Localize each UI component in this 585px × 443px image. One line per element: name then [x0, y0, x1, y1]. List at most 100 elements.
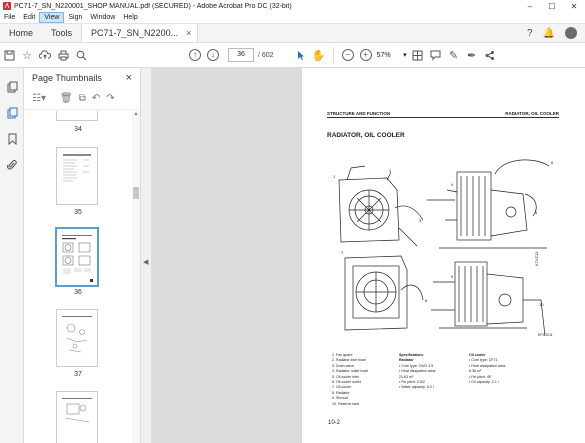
thumbnail-page[interactable] — [56, 309, 98, 367]
close-tab-icon[interactable]: × — [186, 28, 191, 38]
pdf-page: STRUCTURE AND FUNCTION RADIATOR, OIL COO… — [302, 68, 585, 443]
zoom-out-icon[interactable]: − — [339, 46, 357, 64]
thumbnail-page[interactable] — [56, 111, 98, 121]
share-icon[interactable] — [481, 46, 499, 64]
chevron-down-icon: ▾ — [403, 52, 407, 59]
svg-text:9: 9 — [451, 274, 454, 279]
save-icon[interactable] — [0, 46, 18, 64]
svg-text:5: 5 — [535, 210, 538, 215]
thumbnails-panel-title: Page Thumbnails — [32, 73, 102, 83]
menu-bar: File Edit View Sign Window Help — [0, 12, 585, 24]
tab-home[interactable]: Home — [0, 24, 42, 42]
page-layout-icon[interactable] — [409, 46, 427, 64]
page-section-title: RADIATOR, OIL COOLER — [327, 132, 405, 139]
thumbnail-page[interactable] — [56, 391, 98, 443]
scrollbar-thumb[interactable] — [133, 187, 139, 199]
parts-legend: 1. Fan guard 2. Radiator inlet hose 3. D… — [332, 353, 368, 407]
page-header: STRUCTURE AND FUNCTION RADIATOR, OIL COO… — [327, 111, 559, 118]
left-navigation-rail — [0, 68, 24, 443]
thumbnail-page-label: 37 — [74, 371, 82, 378]
thumbnails-panel-icon[interactable] — [0, 100, 24, 126]
zoom-value: 57% — [376, 51, 391, 59]
page-footer-number: 10-2 — [328, 420, 341, 426]
window-title: PC71-7_SN_N220001_SHOP MANUAL.pdf (SECUR… — [14, 2, 292, 10]
zoom-select[interactable]: 57% ▾ — [375, 48, 409, 62]
oil-cooler-specifications: Oil cooler • Core type: CF71 • Heat diss… — [469, 353, 506, 385]
svg-text:6: 6 — [551, 160, 554, 165]
thumbnail-page[interactable] — [56, 147, 98, 205]
title-bar: PC71-7_SN_N220001_SHOP MANUAL.pdf (SECUR… — [0, 0, 585, 12]
svg-text:7: 7 — [341, 250, 344, 255]
side-code: K7VZ13 — [534, 251, 539, 266]
page-number-input[interactable]: 36 — [228, 48, 254, 62]
minimize-button[interactable]: – — [519, 0, 541, 12]
legend-item: 10. Reserve tank — [332, 401, 360, 406]
svg-text:4: 4 — [451, 182, 454, 187]
radiator-specifications: Specifications Radiator • Core type: CWX… — [399, 353, 436, 391]
tab-tools[interactable]: Tools — [42, 24, 81, 42]
thumbnail-page-label: 36 — [74, 289, 82, 296]
previous-page-icon[interactable]: ↑ — [186, 46, 204, 64]
svg-text:8: 8 — [425, 298, 428, 303]
figure-code: EPC7011 — [538, 333, 553, 337]
help-icon[interactable]: ? — [527, 28, 533, 39]
comment-icon[interactable] — [427, 46, 445, 64]
thumbnail-page-selected[interactable] — [55, 227, 99, 287]
page-thumbnails-panel: Page Thumbnails × ☷▾ 🗑 ⧉ ↶ ↷ 34 35 36 37… — [24, 68, 141, 443]
menu-sign[interactable]: Sign — [64, 12, 86, 23]
thumbnail-list: 34 35 36 37 — [24, 111, 132, 443]
close-window-button[interactable]: ✕ — [563, 0, 585, 12]
account-avatar[interactable] — [565, 27, 577, 39]
extract-pages-icon[interactable]: ⧉ — [79, 93, 86, 104]
search-icon[interactable] — [72, 46, 90, 64]
menu-help[interactable]: Help — [119, 12, 141, 23]
close-panel-icon[interactable]: × — [126, 72, 132, 84]
hand-tool-icon[interactable]: ✋ — [310, 46, 328, 64]
upload-cloud-icon[interactable] — [36, 46, 54, 64]
redo-icon[interactable]: ↷ — [106, 93, 114, 104]
panel-splitter[interactable]: ◀ — [141, 68, 152, 443]
bookmark-star-icon[interactable]: ☆ — [18, 46, 36, 64]
menu-file[interactable]: File — [0, 12, 19, 23]
notifications-bell-icon[interactable]: 🔔 — [543, 28, 555, 39]
svg-text:3: 3 — [419, 218, 422, 223]
thumbnail-scrollbar[interactable]: ▲ — [132, 111, 140, 443]
tab-bar: Home Tools PC71-7_SN_N2200... × ? 🔔 — [0, 24, 585, 43]
print-icon[interactable] — [54, 46, 72, 64]
undo-icon[interactable]: ↶ — [92, 93, 100, 104]
maximize-button[interactable]: ☐ — [541, 0, 563, 12]
document-tab-label: PC71-7_SN_N2200... — [91, 28, 179, 38]
page-header-left: STRUCTURE AND FUNCTION — [327, 111, 391, 116]
main-toolbar: ☆ ↑ ↓ 36 / 602 ✋ − + 57% ▾ ✎ ✒ — [0, 43, 585, 68]
collapse-panel-arrow-icon[interactable]: ◀ — [143, 258, 148, 266]
acrobat-app-icon — [3, 2, 11, 10]
menu-edit[interactable]: Edit — [19, 12, 39, 23]
zoom-in-icon[interactable]: + — [357, 46, 375, 64]
svg-text:2: 2 — [389, 168, 392, 173]
spec-line: • Heat dissipation area: — [399, 369, 437, 374]
spec-line: • Oil capacity: 2.1 l — [469, 380, 499, 385]
radiator-oil-cooler-diagram: 1 2 3 4 5 6 7 8 9 10 — [333, 159, 554, 337]
thumbnail-options-icon[interactable]: ☷▾ — [32, 93, 46, 104]
tab-document[interactable]: PC71-7_SN_N2200... × — [81, 24, 199, 42]
fill-sign-icon[interactable]: ✒ — [463, 46, 481, 64]
scroll-up-arrow-icon[interactable]: ▲ — [132, 111, 140, 117]
acrobat-window: PC71-7_SN_N220001_SHOP MANUAL.pdf (SECUR… — [0, 0, 585, 443]
spec-line: • Water capacity: 8.2 l — [399, 385, 434, 390]
highlight-pen-icon[interactable]: ✎ — [445, 46, 463, 64]
document-view[interactable]: STRUCTURE AND FUNCTION RADIATOR, OIL COO… — [152, 68, 585, 443]
next-page-icon[interactable]: ↓ — [204, 46, 222, 64]
delete-page-icon[interactable]: 🗑 — [60, 93, 73, 104]
select-arrow-icon[interactable] — [292, 46, 310, 64]
thumbnail-page-label: 35 — [74, 209, 82, 216]
page-header-right: RADIATOR, OIL COOLER — [505, 111, 559, 116]
page-total: / 602 — [258, 51, 274, 59]
legend-item: 4. Radiator outlet hose — [332, 369, 369, 374]
attachments-paperclip-icon[interactable] — [0, 152, 24, 178]
thumbnail-page-label: 34 — [74, 126, 82, 133]
menu-view[interactable]: View — [39, 12, 65, 23]
bookmarks-panel-icon[interactable] — [0, 126, 24, 152]
menu-window[interactable]: Window — [86, 12, 119, 23]
svg-text:1: 1 — [333, 174, 336, 179]
pages-panel-icon[interactable] — [0, 74, 24, 100]
